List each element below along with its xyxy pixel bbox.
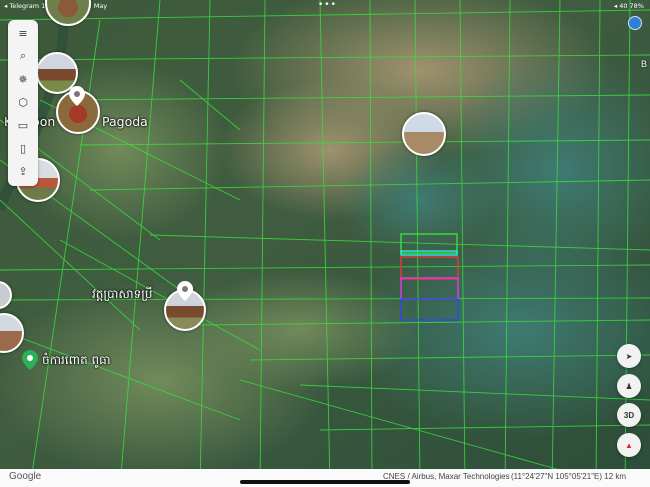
photo-marker[interactable] xyxy=(402,112,446,156)
measure-ruler-icon[interactable]: ▭ xyxy=(8,114,38,136)
pegman-icon[interactable]: ♟ xyxy=(617,374,641,398)
home-indicator[interactable] xyxy=(240,480,410,484)
projects-icon[interactable]: ▯ xyxy=(8,137,38,159)
google-logo: Google xyxy=(9,471,42,482)
my-location-button[interactable]: ➤ xyxy=(617,344,641,368)
compass-icon[interactable]: ▲ xyxy=(617,433,641,457)
place-pin-icon[interactable] xyxy=(22,350,38,370)
photo-pin-icon[interactable] xyxy=(177,281,193,301)
terrain-patch xyxy=(340,140,500,260)
menu-icon[interactable]: ≡ xyxy=(8,22,38,44)
search-icon[interactable]: ⌕ xyxy=(8,45,38,67)
status-bar-right: ◂ 40 78% xyxy=(613,2,644,10)
status-bar-dots: ••• xyxy=(318,0,337,10)
photo-pin-icon[interactable] xyxy=(69,86,85,106)
place-label-khmer-farm[interactable]: ចំការពោត ពូធា xyxy=(42,352,111,370)
voyager-icon[interactable]: ✵ xyxy=(8,68,38,90)
share-icon[interactable]: ⇪ xyxy=(8,160,38,182)
place-label-khmer-pagoda[interactable]: វត្តប្រាសាទប្រី xyxy=(92,286,152,304)
random-dice-icon[interactable]: ⬡ xyxy=(8,91,38,113)
satellite-map[interactable] xyxy=(0,0,650,487)
status-bar: ◂ Telegram 10:54 PM Fri 21 May ••• ◂ 40 … xyxy=(0,0,650,12)
place-label-pagoda[interactable]: Pagoda xyxy=(102,114,148,129)
left-toolbar: ≡ ⌕ ✵ ⬡ ▭ ▯ ⇪ xyxy=(8,20,38,186)
terrain-patch xyxy=(180,270,420,390)
edge-label: B xyxy=(641,59,648,69)
coordinates-readout: (11°24'27"N 105°05'21"E) 12 km xyxy=(511,472,627,481)
toggle-3d-button[interactable]: 3D xyxy=(617,403,641,427)
orientation-indicator-icon[interactable] xyxy=(628,16,642,30)
